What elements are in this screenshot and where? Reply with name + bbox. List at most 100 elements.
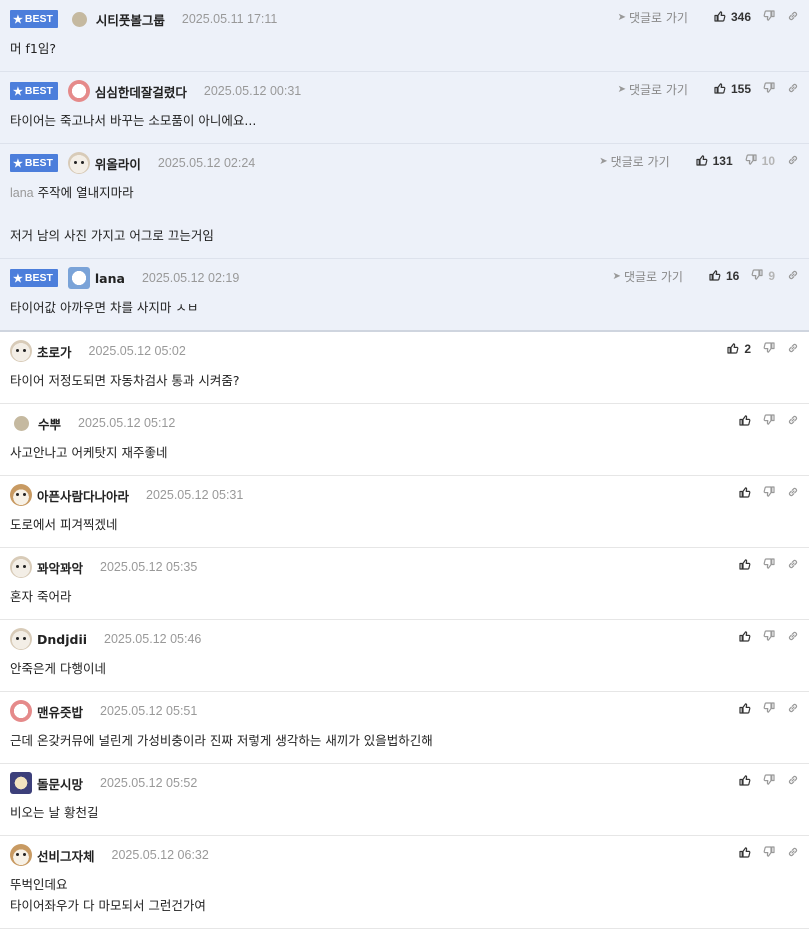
share-link-button[interactable]: [787, 82, 799, 97]
upvote-button[interactable]: [739, 630, 751, 645]
upvote-button[interactable]: [739, 414, 751, 429]
share-link-button[interactable]: [787, 10, 799, 25]
best-badge: ★ BEST: [10, 82, 58, 100]
share-link-button[interactable]: [787, 774, 799, 789]
avatar[interactable]: [10, 628, 32, 650]
avatar[interactable]: [10, 700, 32, 722]
upvote-button[interactable]: [739, 558, 751, 573]
reply-link[interactable]: ➤ 댓글로 가기: [599, 153, 669, 170]
comment-body: 타이어는 죽고나서 바꾸는 소모품이 아니에요...: [10, 110, 799, 143]
nickname[interactable]: lana: [95, 271, 125, 286]
upvote-button[interactable]: [739, 846, 751, 861]
upvote-button[interactable]: [739, 702, 751, 717]
comment-list: ★ BEST 시티풋볼그룹 2025.05.11 17:11 ➤ 댓글로 가기 346 머 f…: [0, 0, 809, 929]
downvote-button[interactable]: [763, 557, 775, 573]
nickname[interactable]: 수뿌: [38, 414, 61, 433]
share-link-button[interactable]: [787, 558, 799, 573]
downvote-button[interactable]: [763, 629, 775, 645]
thumbs-down-icon: [745, 153, 757, 169]
nickname[interactable]: Dndjdii: [37, 632, 87, 647]
share-link-button[interactable]: [787, 269, 799, 284]
avatar[interactable]: [10, 484, 32, 506]
downvote-button[interactable]: [763, 413, 775, 429]
send-arrow-icon: ➤: [599, 155, 608, 167]
share-link-button[interactable]: [787, 846, 799, 861]
share-link-button[interactable]: [787, 630, 799, 645]
best-badge: ★ BEST: [10, 154, 58, 172]
nickname[interactable]: 돌문시망: [37, 774, 83, 793]
avatar[interactable]: [14, 415, 29, 431]
best-label: BEST: [24, 272, 53, 284]
avatar[interactable]: [10, 772, 32, 794]
avatar[interactable]: [10, 844, 32, 866]
share-link-button[interactable]: [787, 154, 799, 169]
share-link-button[interactable]: [787, 486, 799, 501]
comment-body: lana 주작에 열내지마라 저거 남의 사진 가지고 어그로 끄는거임: [10, 182, 799, 258]
downvote-button[interactable]: [763, 485, 775, 501]
downvote-count: 10: [761, 154, 775, 168]
downvote-button[interactable]: [763, 701, 775, 717]
downvote-button[interactable]: 10: [745, 153, 775, 169]
reply-link[interactable]: ➤ 댓글로 가기: [618, 9, 688, 26]
comment-line: 타이어값 아까우면 차를 사지마 ㅅㅂ: [10, 300, 199, 315]
thumbs-up-icon: [739, 414, 751, 429]
downvote-button[interactable]: 9: [751, 268, 775, 284]
nickname[interactable]: 시티풋볼그룹: [96, 10, 165, 29]
comment-line: 사고안나고 어케탓지 재주좋네: [10, 445, 168, 460]
comment-item: 수뿌 2025.05.12 05:12 사고안나고 어케탓지 재주좋네: [0, 404, 809, 476]
comment-date: 2025.05.12 00:31: [203, 84, 302, 98]
upvote-count: 16: [725, 269, 740, 283]
downvote-button[interactable]: [763, 341, 775, 357]
avatar[interactable]: [71, 11, 87, 27]
comment-line: 혼자 죽어라: [10, 589, 72, 604]
avatar[interactable]: [67, 80, 90, 102]
thumbs-down-icon: [763, 629, 775, 645]
comment-item: 돌문시망 2025.05.12 05:52 비오는 날 황천길: [0, 764, 809, 836]
share-link-button[interactable]: [787, 702, 799, 717]
upvote-button[interactable]: 16: [709, 269, 739, 284]
upvote-button[interactable]: [739, 486, 751, 501]
downvote-button[interactable]: [763, 9, 775, 25]
comment-date: 2025.05.12 02:24: [157, 156, 256, 170]
downvote-button[interactable]: [763, 845, 775, 861]
nickname[interactable]: 선비그자체: [37, 846, 95, 865]
nickname[interactable]: 꽈악꽈악: [37, 558, 83, 577]
comment-item: 초로가 2025.05.12 05:02 2 타이어 저정도되면 자동차검사 통과 시…: [0, 332, 809, 404]
nickname[interactable]: 초로가: [37, 342, 72, 361]
comment-item: ★ BEST lana 2025.05.12 02:19 ➤ 댓글로 가기 16 9 타이어값 …: [0, 259, 809, 332]
comment-actions: [727, 692, 799, 726]
avatar[interactable]: [67, 267, 90, 289]
best-badge: ★ BEST: [10, 269, 58, 287]
share-link-button[interactable]: [787, 342, 799, 357]
comment-item: 아픈사람다나아라 2025.05.12 05:31 도로에서 피겨찍겠네: [0, 476, 809, 548]
upvote-button[interactable]: 131: [696, 154, 733, 169]
nickname[interactable]: 아픈사람다나아라: [37, 486, 129, 505]
star-icon: ★: [13, 13, 23, 26]
upvote-button[interactable]: 2: [727, 342, 751, 357]
reply-link[interactable]: ➤ 댓글로 가기: [618, 81, 688, 98]
upvote-button[interactable]: 155: [714, 82, 751, 97]
comment-body: 타이어 저정도되면 자동차검사 통과 시켜줌?: [10, 370, 799, 403]
star-icon: ★: [13, 157, 23, 170]
upvote-button[interactable]: 346: [714, 10, 751, 25]
mention-tag[interactable]: lana: [10, 186, 34, 200]
comment-body: 사고안나고 어케탓지 재주좋네: [10, 442, 799, 475]
thumbs-down-icon: [763, 413, 775, 429]
avatar[interactable]: [67, 152, 90, 174]
thumbs-up-icon: [739, 774, 751, 789]
comment-header: 꽈악꽈악 2025.05.12 05:35: [10, 548, 799, 586]
thumbs-down-icon: [763, 485, 775, 501]
share-link-button[interactable]: [787, 414, 799, 429]
nickname[interactable]: 맨유즛밥: [37, 702, 83, 721]
downvote-button[interactable]: [763, 81, 775, 97]
upvote-button[interactable]: [739, 774, 751, 789]
avatar[interactable]: [10, 340, 32, 362]
comment-body: 근데 온갖커뮤에 널린게 가성비충이라 진짜 저렇게 생각하는 새끼가 있을법하…: [10, 730, 799, 763]
downvote-button[interactable]: [763, 773, 775, 789]
avatar[interactable]: [10, 556, 32, 578]
nickname[interactable]: 심심한데잘걸렸다: [95, 82, 187, 101]
reply-link[interactable]: ➤ 댓글로 가기: [613, 268, 683, 285]
best-label: BEST: [24, 13, 53, 25]
nickname[interactable]: 위올라이: [95, 154, 141, 173]
